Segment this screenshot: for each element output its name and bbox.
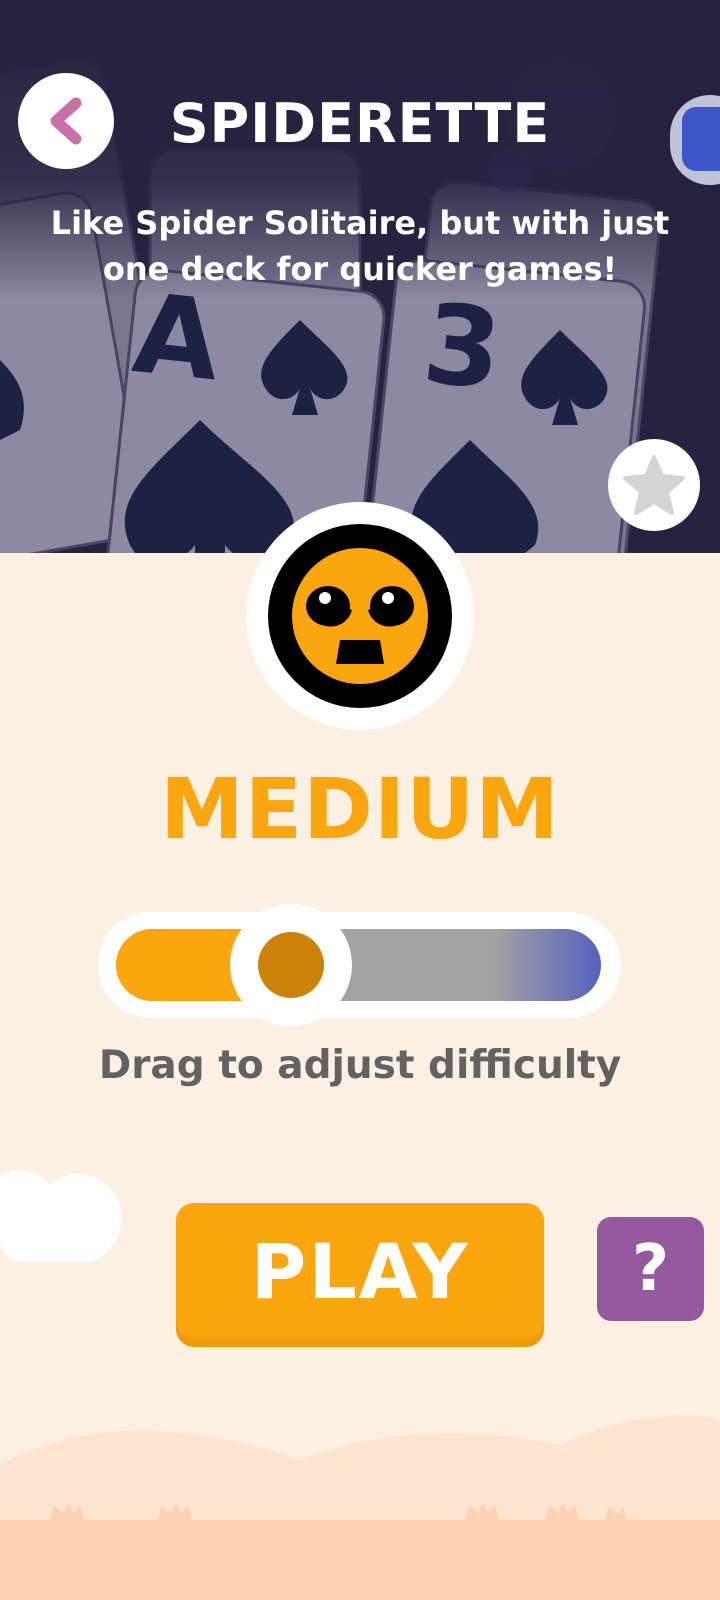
chat-bubble-icon	[682, 107, 720, 171]
difficulty-avatar	[246, 502, 474, 730]
play-button[interactable]: PLAY	[176, 1203, 544, 1339]
cloud-decoration	[0, 1170, 122, 1262]
game-title: SPIDERETTE	[169, 92, 551, 155]
star-icon	[623, 455, 685, 515]
game-header: A 3 SPIDERETTE Like Spider Solitaire, bu…	[0, 0, 720, 553]
difficulty-slider[interactable]	[98, 904, 621, 1026]
help-button[interactable]: ?	[597, 1217, 704, 1321]
favorite-button[interactable]	[608, 439, 700, 531]
game-description: Like Spider Solitaire, but with just one…	[50, 204, 670, 288]
slider-hint: Drag to adjust difficulty	[98, 1043, 622, 1088]
difficulty-label: MEDIUM	[160, 760, 560, 858]
slider-knob	[258, 932, 325, 998]
slider-track[interactable]	[116, 929, 601, 1001]
ground-decoration	[0, 1415, 720, 1600]
grumpy-face-icon	[268, 524, 452, 708]
slider-thumb[interactable]	[230, 904, 353, 1026]
